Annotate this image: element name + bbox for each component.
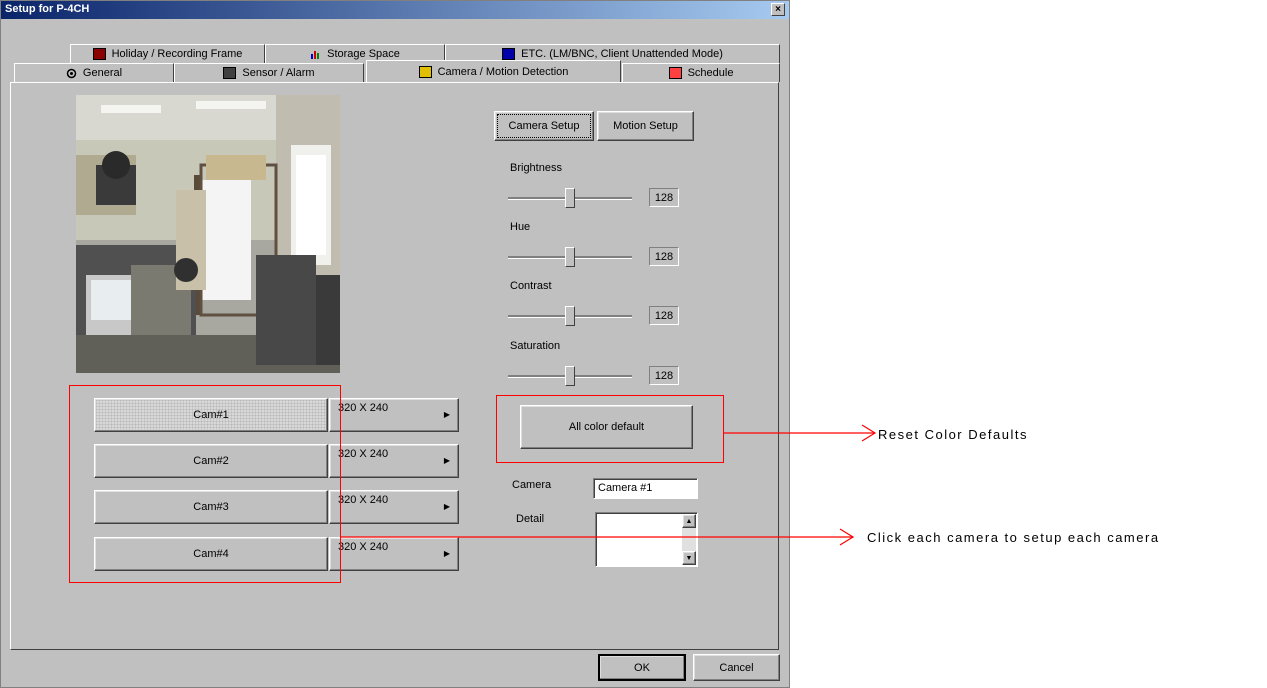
resolution-value: 320 X 240 — [338, 402, 389, 414]
arrow-right-icon: ▶ — [443, 456, 450, 465]
tab-label: Holiday / Recording Frame — [111, 48, 243, 60]
arrow-right-icon: ▶ — [443, 549, 450, 558]
slider-label-hue: Hue — [510, 221, 531, 233]
annotation-reset-colors: Reset Color Defaults — [878, 427, 1028, 442]
motion-setup-button[interactable]: Motion Setup — [597, 111, 694, 141]
arrow-right-icon: ▶ — [443, 410, 450, 419]
slider-thumb-hue[interactable] — [565, 247, 575, 267]
resolution-value: 320 X 240 — [338, 448, 389, 460]
slider-thumb-saturation[interactable] — [565, 366, 575, 386]
resolution-value: 320 X 240 — [338, 494, 389, 506]
camera-preview — [76, 95, 340, 373]
slider-thumb-contrast[interactable] — [565, 306, 575, 326]
slider-label-contrast: Contrast — [510, 280, 552, 292]
tab-camera-motion-detection[interactable]: Camera / Motion Detection — [366, 60, 621, 82]
tab-holiday-recording-frame[interactable]: Holiday / Recording Frame — [70, 44, 265, 63]
title-bar: Setup for P-4CH × — [1, 1, 789, 19]
tab-label: Sensor / Alarm — [242, 67, 315, 79]
cam2-resolution-select[interactable]: 320 X 240 ▶ — [329, 444, 459, 478]
camera-name-input[interactable]: Camera #1 — [593, 478, 698, 499]
tab-sensor-alarm[interactable]: Sensor / Alarm — [174, 63, 364, 82]
tab-label: Camera / Motion Detection — [437, 65, 569, 78]
camera-setup-button[interactable]: Camera Setup — [494, 111, 594, 141]
tab-label: Storage Space — [327, 48, 400, 60]
slider-thumb-brightness[interactable] — [565, 188, 575, 208]
tab-schedule[interactable]: Schedule — [622, 63, 780, 82]
scroll-down-icon[interactable]: ▼ — [682, 551, 696, 565]
slider-label-saturation: Saturation — [510, 340, 561, 352]
sensor-icon — [223, 67, 237, 79]
gear-icon — [66, 68, 77, 79]
camera-label: Camera — [512, 479, 552, 491]
slider-value-contrast: 128 — [649, 306, 679, 325]
slider-label-brightness: Brightness — [510, 162, 562, 174]
detail-scrollbar[interactable] — [682, 528, 696, 551]
resolution-value: 320 X 240 — [338, 541, 389, 553]
camera-icon — [418, 65, 432, 78]
calendar-icon — [92, 48, 106, 60]
slider-value-brightness: 128 — [649, 188, 679, 207]
cam1-resolution-select[interactable]: 320 X 240 ▶ — [329, 398, 459, 432]
highlight-box-color-default — [496, 395, 724, 463]
tab-label: General — [82, 67, 123, 79]
monitor-icon — [502, 48, 516, 60]
cam4-resolution-select[interactable]: 320 X 240 ▶ — [329, 537, 459, 571]
arrow-right-icon: ▶ — [443, 502, 450, 511]
slider-value-saturation: 128 — [649, 366, 679, 385]
ok-button[interactable]: OK — [598, 654, 686, 681]
detail-label: Detail — [516, 513, 545, 525]
cam3-resolution-select[interactable]: 320 X 240 ▶ — [329, 490, 459, 524]
slider-value-hue: 128 — [649, 247, 679, 266]
tab-general[interactable]: General — [14, 63, 174, 82]
annotation-click-camera: Click each camera to setup each camera — [867, 530, 1160, 545]
highlight-box-cameras — [69, 385, 341, 583]
scroll-up-icon[interactable]: ▲ — [682, 514, 696, 528]
storage-chart-icon — [310, 49, 321, 59]
schedule-icon — [668, 67, 682, 79]
cancel-button[interactable]: Cancel — [693, 654, 780, 681]
tab-label: ETC. (LM/BNC, Client Unattended Mode) — [521, 48, 723, 60]
close-button[interactable]: × — [771, 3, 785, 16]
window-title: Setup for P-4CH — [5, 3, 90, 15]
tab-label: Schedule — [687, 67, 734, 79]
